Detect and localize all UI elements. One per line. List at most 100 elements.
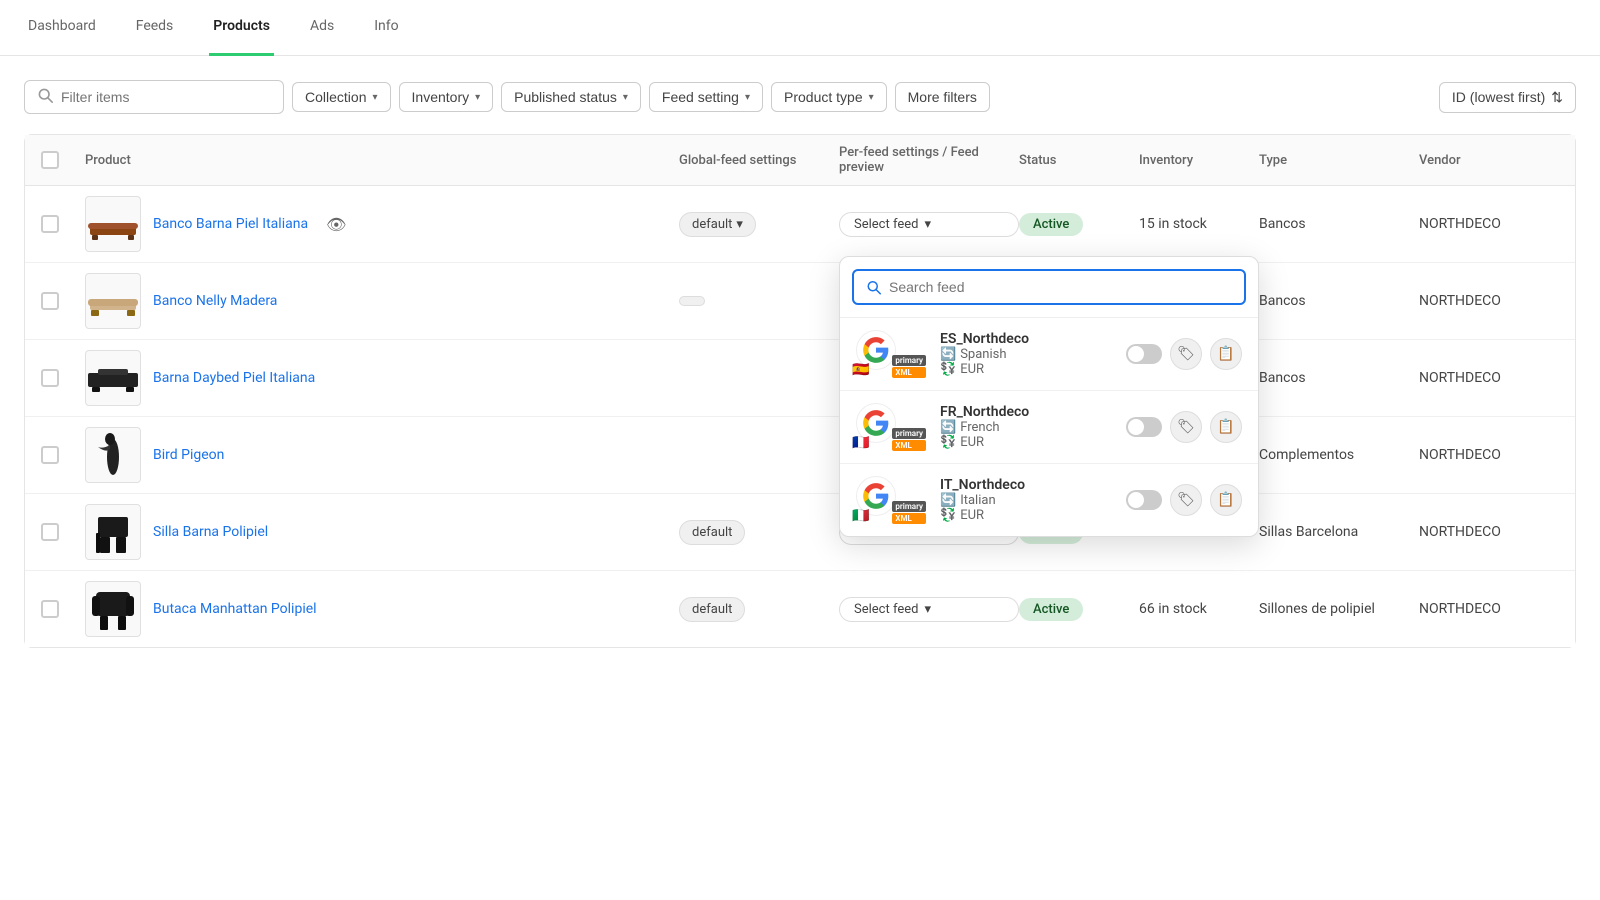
product-cell: Barna Daybed Piel Italiana bbox=[85, 350, 679, 406]
feed-icon-fr: 🇫🇷 primary XML bbox=[856, 403, 904, 451]
feed-info-fr: FR_Northdeco 🔄 French 💱 EUR bbox=[940, 404, 1114, 450]
chevron-down-icon: ▾ bbox=[736, 217, 743, 232]
feed-item-it[interactable]: 🇮🇹 primary XML IT_Northdeco 🔄 Italian bbox=[840, 464, 1258, 536]
row-checkbox[interactable] bbox=[41, 215, 59, 233]
page-content: Collection ▾ Inventory ▾ Published statu… bbox=[0, 56, 1600, 672]
filter-input[interactable] bbox=[61, 89, 271, 105]
dropdown-search-input[interactable] bbox=[889, 279, 1232, 295]
more-filters-button[interactable]: More filters bbox=[895, 82, 990, 112]
feed-icon-it: 🇮🇹 primary XML bbox=[856, 476, 904, 524]
nav-ads[interactable]: Ads bbox=[306, 0, 338, 56]
col-vendor: Vendor bbox=[1419, 153, 1559, 168]
feed-setting-pill[interactable]: default ▾ bbox=[679, 212, 756, 237]
row-checkbox[interactable] bbox=[41, 600, 59, 618]
col-product: Product bbox=[85, 153, 679, 168]
row-checkbox[interactable] bbox=[41, 446, 59, 464]
row-checkbox[interactable] bbox=[41, 369, 59, 387]
feed-item-es[interactable]: 🇪🇸 primary XML ES_Northdeco 🔄 Spanish bbox=[840, 318, 1258, 391]
feed-setting-pill: default bbox=[679, 597, 745, 622]
select-feed-button[interactable]: Select feed ▾ bbox=[839, 212, 1019, 237]
feed-info-it: IT_Northdeco 🔄 Italian 💱 EUR bbox=[940, 477, 1114, 523]
feed-setting-cell: default bbox=[679, 520, 839, 545]
feed-item-fr[interactable]: 🇫🇷 primary XML FR_Northdeco 🔄 French bbox=[840, 391, 1258, 464]
product-cell: Bird Pigeon bbox=[85, 427, 679, 483]
feed-currency-fr: 💱 EUR bbox=[940, 435, 1114, 450]
product-name[interactable]: Bird Pigeon bbox=[153, 447, 224, 463]
currency-icon-fr: 💱 bbox=[940, 435, 956, 450]
select-feed-cell: Select feed ▾ bbox=[839, 212, 1019, 237]
product-image bbox=[85, 273, 141, 329]
row-checkbox[interactable] bbox=[41, 292, 59, 310]
tag-icon-es[interactable]: 🏷 bbox=[1170, 338, 1202, 370]
feed-labels-it: primary XML bbox=[892, 501, 926, 524]
product-name[interactable]: Silla Barna Polipiel bbox=[153, 524, 268, 540]
product-name[interactable]: Banco Barna Piel Italiana bbox=[153, 216, 308, 232]
edit-icon-es[interactable]: 📋 bbox=[1210, 338, 1242, 370]
slash: / bbox=[942, 145, 950, 160]
nav-info[interactable]: Info bbox=[370, 0, 402, 56]
table-header: Product Global-feed settings Per-feed se… bbox=[25, 135, 1575, 186]
vendor-cell: NORTHDECO bbox=[1419, 370, 1559, 386]
product-image bbox=[85, 427, 141, 483]
type-cell: Complementos bbox=[1259, 447, 1419, 463]
chevron-down-icon: ▾ bbox=[372, 92, 377, 103]
row-checkbox[interactable] bbox=[41, 523, 59, 541]
chevron-down-icon: ▾ bbox=[924, 217, 931, 232]
col-per-feed: Per-feed settings / Feed preview bbox=[839, 145, 1019, 175]
product-cell: Silla Barna Polipiel bbox=[85, 504, 679, 560]
inventory-cell: 15 in stock bbox=[1139, 216, 1259, 232]
sort-button[interactable]: ID (lowest first) ⇅ bbox=[1439, 82, 1576, 113]
nav-feeds[interactable]: Feeds bbox=[132, 0, 178, 56]
edit-icon-it[interactable]: 📋 bbox=[1210, 484, 1242, 516]
search-box[interactable] bbox=[24, 80, 284, 114]
product-image bbox=[85, 196, 141, 252]
product-cell: Butaca Manhattan Polipiel bbox=[85, 581, 679, 637]
published-status-filter[interactable]: Published status ▾ bbox=[501, 82, 641, 112]
feed-toggle-es[interactable] bbox=[1126, 344, 1162, 364]
table-row: Butaca Manhattan Polipiel default Select… bbox=[25, 571, 1575, 647]
select-all-checkbox[interactable] bbox=[41, 151, 59, 169]
inventory-filter[interactable]: Inventory ▾ bbox=[399, 82, 494, 112]
chevron-down-icon: ▾ bbox=[623, 92, 628, 103]
col-inventory: Inventory bbox=[1139, 153, 1259, 168]
product-name[interactable]: Banco Nelly Madera bbox=[153, 293, 277, 309]
table-row: Banco Nelly Madera Select feed ▾ 3 in st… bbox=[25, 263, 1575, 340]
product-type-filter[interactable]: Product type ▾ bbox=[771, 82, 887, 112]
dropdown-search-area bbox=[840, 257, 1258, 318]
feed-name-fr: FR_Northdeco bbox=[940, 404, 1114, 420]
eye-icon[interactable]: 👁 bbox=[326, 215, 346, 234]
feed-toggle-fr[interactable] bbox=[1126, 417, 1162, 437]
status-cell: Active bbox=[1019, 601, 1139, 617]
primary-label: primary bbox=[892, 355, 926, 366]
product-image bbox=[85, 504, 141, 560]
product-image bbox=[85, 350, 141, 406]
feed-language-it: 🔄 Italian bbox=[940, 493, 1114, 508]
vendor-cell: NORTHDECO bbox=[1419, 601, 1559, 617]
tag-icon-it[interactable]: 🏷 bbox=[1170, 484, 1202, 516]
per-feed-link[interactable]: Per-feed settings bbox=[839, 145, 939, 160]
tag-icon-fr[interactable]: 🏷 bbox=[1170, 411, 1202, 443]
status-badge: Active bbox=[1019, 213, 1083, 236]
feed-dropdown: 🇪🇸 primary XML ES_Northdeco 🔄 Spanish bbox=[839, 256, 1259, 537]
nav-dashboard[interactable]: Dashboard bbox=[24, 0, 100, 56]
product-name[interactable]: Barna Daybed Piel Italiana bbox=[153, 370, 315, 386]
vendor-cell: NORTHDECO bbox=[1419, 524, 1559, 540]
filter-bar: Collection ▾ Inventory ▾ Published statu… bbox=[24, 80, 1576, 114]
nav-products[interactable]: Products bbox=[209, 0, 274, 56]
collection-filter[interactable]: Collection ▾ bbox=[292, 82, 391, 112]
feed-name-it: IT_Northdeco bbox=[940, 477, 1114, 493]
updown-icon: ⇅ bbox=[1551, 89, 1563, 106]
vendor-cell: NORTHDECO bbox=[1419, 293, 1559, 309]
select-feed-button[interactable]: Select feed ▾ bbox=[839, 597, 1019, 622]
feed-toggle-it[interactable] bbox=[1126, 490, 1162, 510]
edit-icon-fr[interactable]: 📋 bbox=[1210, 411, 1242, 443]
feed-actions-it: 🏷 📋 bbox=[1126, 484, 1242, 516]
translate-icon: 🔄 bbox=[940, 347, 956, 362]
feed-setting-filter[interactable]: Feed setting ▾ bbox=[649, 82, 763, 112]
primary-label-fr: primary bbox=[892, 428, 926, 439]
feed-labels-fr: primary XML bbox=[892, 428, 926, 451]
feed-currency-es: 💱 EUR bbox=[940, 362, 1114, 377]
primary-label-it: primary bbox=[892, 501, 926, 512]
product-name[interactable]: Butaca Manhattan Polipiel bbox=[153, 601, 317, 617]
feed-labels-es: primary XML bbox=[892, 355, 926, 378]
